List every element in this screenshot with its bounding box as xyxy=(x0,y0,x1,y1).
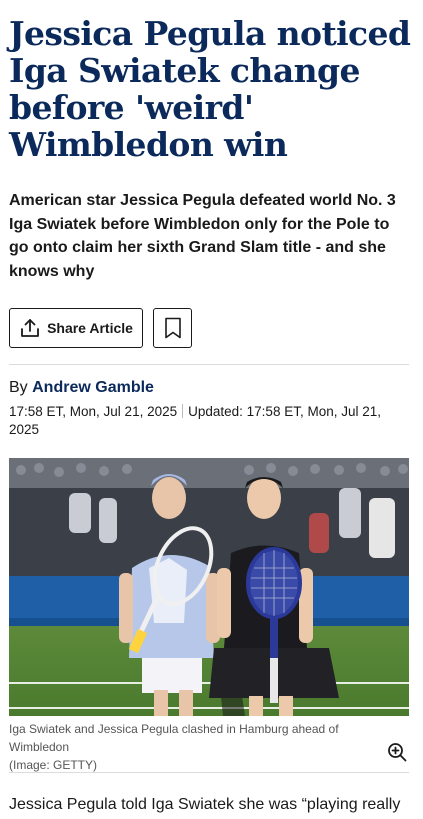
article-standfirst: American star Jessica Pegula defeated wo… xyxy=(9,192,396,280)
article-actions: Share Article xyxy=(9,308,409,348)
divider xyxy=(9,364,409,365)
byline-prefix: By xyxy=(9,379,28,396)
image-caption-row: Iga Swiatek and Jessica Pegula clashed i… xyxy=(9,720,409,772)
article-body-paragraph: Jessica Pegula told Iga Swiatek she was … xyxy=(9,796,401,813)
share-icon xyxy=(19,317,41,339)
image-credit: (Image: GETTY) xyxy=(9,758,98,772)
share-button-label: Share Article xyxy=(47,320,133,336)
share-article-button[interactable]: Share Article xyxy=(9,308,143,348)
date-separator xyxy=(182,404,184,418)
article-page: Jessica Pegula noticed Iga Swiatek chang… xyxy=(0,0,423,819)
article-dates: 17:58 ET, Mon, Jul 21, 2025 Updated: 17:5… xyxy=(9,403,409,439)
author-link[interactable]: Andrew Gamble xyxy=(32,379,154,396)
article-headline: Jessica Pegula noticed Iga Swiatek chang… xyxy=(9,14,411,164)
byline: By Andrew Gamble xyxy=(9,379,409,397)
caption-text: Iga Swiatek and Jessica Pegula clashed i… xyxy=(9,722,339,754)
published-time: 17:58 ET, Mon, Jul 21, 2025 xyxy=(9,404,178,419)
hero-image[interactable] xyxy=(9,458,409,716)
bookmark-icon xyxy=(164,317,182,339)
bookmark-button[interactable] xyxy=(153,308,192,348)
image-caption: Iga Swiatek and Jessica Pegula clashed i… xyxy=(9,720,379,774)
zoom-in-icon[interactable] xyxy=(387,742,407,762)
